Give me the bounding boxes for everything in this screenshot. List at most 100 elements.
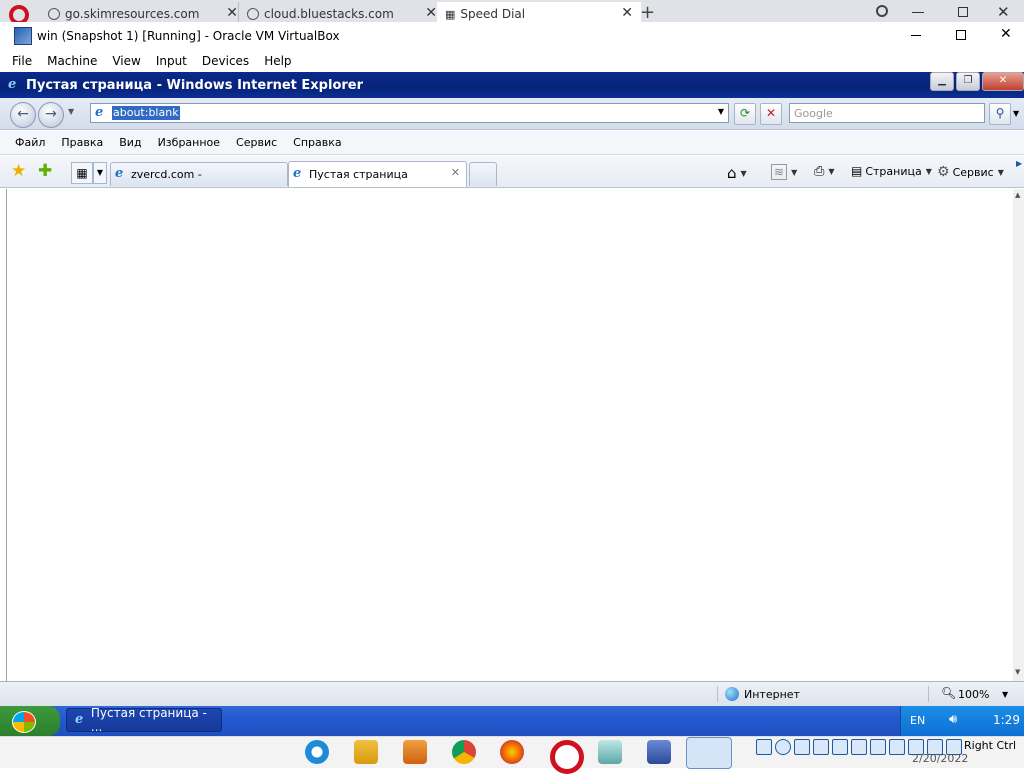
divider [928,686,929,702]
ie-minimize-button[interactable]: ▁ [930,72,954,91]
back-button[interactable]: ← [10,102,36,128]
ie-restore-button[interactable]: ❐ [956,72,980,91]
virtualbox-icon[interactable] [647,740,671,764]
opera-icon[interactable] [550,740,584,774]
quick-tabs-button[interactable]: ▦ [71,162,93,184]
firefox-icon[interactable] [500,740,524,764]
speaker-icon[interactable]: 🔊︎ [949,712,957,727]
menu-machine[interactable]: Machine [47,54,97,68]
search-options-icon[interactable]: ▼ [1013,109,1019,118]
ie-menu-edit[interactable]: Правка [61,136,103,149]
favorites-star-icon[interactable]: ★ [11,161,26,181]
tab-list-dropdown[interactable]: ▼ [93,162,107,184]
address-dropdown-icon[interactable]: ▼ [718,107,724,116]
search-icon[interactable] [876,5,888,17]
maximize-button[interactable] [956,30,966,40]
tools-menu-button[interactable]: ⚙ Сервис ▼ [937,164,1004,180]
zoom-icon[interactable]: 🔍︎ [941,686,956,700]
globe-icon [48,8,60,20]
recording-icon[interactable] [889,739,905,755]
media-player-icon[interactable] [403,740,427,764]
ie-taskbar-icon[interactable] [305,740,329,764]
close-icon[interactable]: ✕ [997,3,1010,21]
ie-logo-icon: e [8,76,17,92]
restore-icon[interactable] [958,7,968,17]
notepad-icon[interactable] [598,740,622,764]
host-date: 2/20/2022 [912,752,969,765]
ie-statusbar: Интернет 🔍︎ 100% ▼ [0,681,1024,706]
usb-icon[interactable] [832,739,848,755]
hdd-icon[interactable] [756,739,772,755]
menu-file[interactable]: File [12,54,32,68]
chrome-icon[interactable] [452,740,476,764]
new-tab-button[interactable]: + [640,2,655,23]
tools-menu-label: Сервис [952,165,994,179]
ie-menu-tools[interactable]: Сервис [236,136,277,149]
close-tab-icon[interactable]: ✕ [451,166,460,179]
search-input[interactable]: Google [789,103,985,123]
ie-tab[interactable]: e zvercd.com - [110,162,288,186]
menu-help[interactable]: Help [264,54,291,68]
scroll-up-icon[interactable]: ▲ [1015,191,1020,199]
display-icon[interactable] [870,739,886,755]
add-favorite-icon[interactable]: ✚ [38,161,52,181]
new-tab-button[interactable] [469,162,497,186]
ie-tab-row: ★ ✚ ▦ ▼ e zvercd.com - e Пустая страница… [0,156,1024,188]
audio-icon[interactable] [794,739,810,755]
chevron-right-icon[interactable]: ▶ [1016,159,1022,168]
taskbar-window-button[interactable]: e Пустая страница - ... [66,706,222,734]
rss-icon: ≋ [771,164,788,180]
ie-tab-active[interactable]: e Пустая страница ✕ [288,161,467,187]
ie-menu-file[interactable]: Файл [15,136,45,149]
address-bar[interactable]: e about:blank ▼ [90,103,729,123]
close-icon[interactable]: ✕ [621,5,633,21]
ie-logo-icon: e [75,711,84,727]
vm-xp-icon[interactable] [686,737,732,769]
menu-devices[interactable]: Devices [202,54,249,68]
globe-icon [247,8,259,20]
clock[interactable]: 1:29 [993,713,1020,727]
language-indicator[interactable]: EN [910,714,925,727]
close-button[interactable]: ✕ [1000,26,1012,42]
host-key-label: Right Ctrl [964,739,1017,752]
optical-drive-icon[interactable] [775,739,791,755]
close-icon[interactable]: ✕ [226,5,238,21]
chevron-down-icon: ▼ [997,167,1004,177]
refresh-button[interactable]: ⟳ [734,103,756,125]
home-button[interactable]: ⌂ ▼ [727,164,747,182]
folder-icon[interactable] [354,740,378,764]
security-zone-label[interactable]: Интернет [744,688,800,701]
feeds-button[interactable]: ≋ ▼ [771,164,797,180]
minimize-button[interactable] [911,35,921,36]
menu-input[interactable]: Input [156,54,187,68]
chevron-down-icon: ▼ [925,166,932,176]
host-tab-label: go.skimresources.com [65,7,200,21]
print-button[interactable]: ⎙ ▼ [814,164,835,179]
start-button[interactable] [0,706,60,736]
address-input[interactable]: about:blank [112,106,180,120]
chevron-down-icon[interactable]: ▼ [791,168,797,177]
divider [717,686,718,702]
network-icon[interactable] [813,739,829,755]
minimize-icon[interactable] [912,12,924,13]
close-icon[interactable]: ✕ [425,5,437,21]
menu-view[interactable]: View [112,54,140,68]
chevron-down-icon[interactable]: ▼ [741,169,747,178]
vertical-scrollbar[interactable]: ▲ ▼ [1013,189,1024,681]
ie-menu-favorites[interactable]: Избранное [158,136,220,149]
page-content[interactable] [6,189,1013,681]
scroll-down-icon[interactable]: ▼ [1015,668,1020,676]
ie-address-row: ← → ▼ e about:blank ▼ ⟳ ✕ Google ⚲ ▼ [0,98,1024,130]
ie-menu-help[interactable]: Справка [293,136,341,149]
ie-menu-view[interactable]: Вид [119,136,141,149]
chevron-down-icon[interactable]: ▼ [828,167,834,176]
ie-close-button[interactable]: ✕ [982,72,1024,91]
zoom-level[interactable]: 100% [958,688,989,701]
stop-button[interactable]: ✕ [760,103,782,125]
forward-button[interactable]: → [38,102,64,128]
chevron-down-icon[interactable]: ▼ [1002,690,1008,699]
page-menu-button[interactable]: ▤ Страница ▼ [851,164,932,178]
history-dropdown-icon[interactable]: ▼ [68,107,74,116]
search-button[interactable]: ⚲ [989,103,1011,125]
shared-folder-icon[interactable] [851,739,867,755]
